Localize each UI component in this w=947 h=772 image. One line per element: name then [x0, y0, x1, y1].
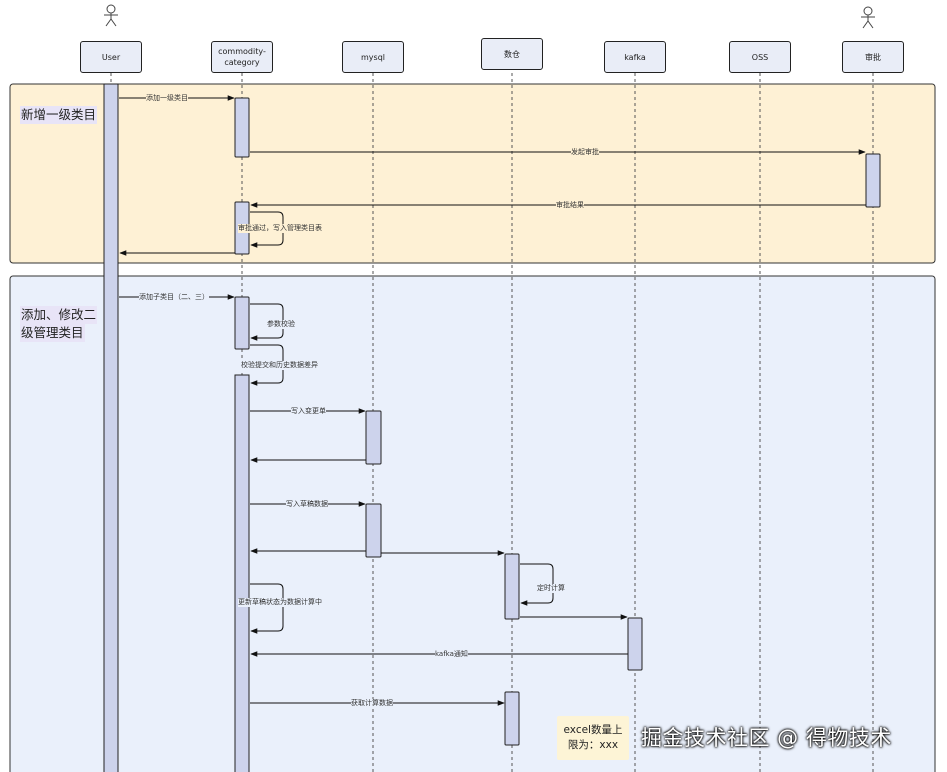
activation-commodity-3	[234, 296, 250, 350]
msg-start-approval: 发起审批	[571, 148, 599, 157]
activation-commodity-4	[234, 374, 250, 772]
watermark: 掘金技术社区 @ 得物技术	[641, 726, 892, 750]
participant-approval: 审批	[842, 41, 904, 73]
group-label-second-level-line2: 级管理类目	[20, 324, 85, 342]
group-label-first-level: 新增一级类目	[20, 106, 98, 124]
activation-warehouse-2	[504, 691, 520, 746]
sequence-diagram	[9, 4, 936, 772]
note-line-2: 限为：xxx	[567, 739, 619, 751]
approval-actor-icon	[861, 6, 875, 29]
participant-commodity-category: commodity- category	[211, 41, 273, 73]
participant-warehouse: 数仓	[481, 38, 543, 70]
activation-approval	[865, 153, 881, 208]
user-actor-icon	[104, 4, 118, 27]
msg-get-calc-data: 获取计算数据	[351, 699, 393, 708]
activation-mysql-1	[365, 410, 382, 465]
msg-write-draft: 写入草稿数据	[286, 500, 328, 509]
activation-user	[103, 83, 119, 772]
participant-user: User	[80, 41, 142, 73]
msg-approved-write: 审批通过，写入管理类目表	[238, 224, 322, 233]
msg-write-change: 写入变更单	[291, 407, 326, 416]
msg-add-sub-category: 添加子类目（二、三）	[139, 293, 209, 302]
group-frame-first-level	[9, 83, 936, 264]
msg-scheduled-calc: 定时计算	[537, 584, 565, 593]
participant-mysql: mysql	[342, 41, 404, 73]
msg-param-validate: 参数校验	[267, 320, 295, 329]
group-label-second-level-line1: 添加、修改二	[20, 306, 98, 324]
activation-commodity-1	[234, 97, 250, 158]
msg-add-first-level: 添加一级类目	[146, 94, 188, 103]
activation-mysql-2	[365, 503, 382, 558]
msg-update-draft-status: 更新草稿状态为数据计算中	[238, 598, 322, 607]
note-line-1: excel数量上	[563, 724, 623, 736]
note-excel-limit: excel数量上 限为：xxx	[557, 716, 629, 760]
msg-kafka-notify: kafka通知	[435, 650, 468, 659]
activation-kafka	[627, 617, 643, 671]
msg-approval-result: 审批结果	[556, 201, 584, 210]
msg-diff-check: 校验提交和历史数据差异	[241, 361, 318, 370]
participant-oss: OSS	[729, 41, 791, 73]
group-frame-second-level	[9, 275, 936, 772]
participant-kafka: kafka	[604, 41, 666, 73]
activation-warehouse-1	[504, 553, 520, 620]
